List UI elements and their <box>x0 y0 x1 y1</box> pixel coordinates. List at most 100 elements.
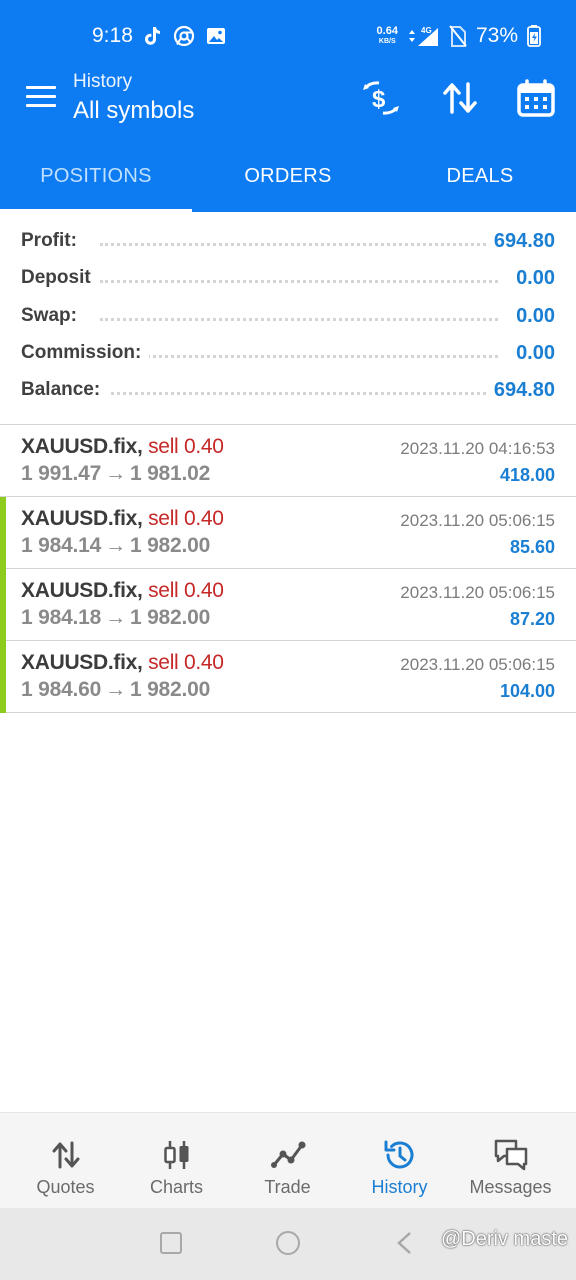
dotted-leader <box>100 280 498 284</box>
nav-label: Messages <box>469 1177 552 1197</box>
summary-panel: Profit: 694.80 Deposit 0.00 Swap: 0.00 C… <box>0 224 576 410</box>
gallery-icon <box>207 28 225 44</box>
dotted-leader <box>100 243 498 246</box>
deal-title: XAUUSD.fix, sell 0.40 <box>21 435 224 459</box>
open-price: 1 984.14 <box>21 534 102 557</box>
chrome-icon <box>173 25 195 47</box>
summary-label: Commission: <box>21 341 150 364</box>
summary-label: Balance: <box>21 379 109 402</box>
nav-messages[interactable]: Messages <box>453 1113 568 1209</box>
nav-label: Charts <box>149 1177 203 1197</box>
close-price: 1 982.00 <box>129 606 211 629</box>
arrow-right-icon: → <box>105 534 126 557</box>
deal-time: 2023.11.20 04:16:53 <box>400 439 555 458</box>
dotted-leader <box>100 317 498 321</box>
deal-prices: 1 984.14 → 1 982.00 <box>21 534 210 558</box>
trade-icon <box>271 1141 306 1168</box>
no-sim-icon <box>449 25 467 47</box>
back-icon[interactable] <box>394 1230 414 1256</box>
bottom-navigation: Quotes Charts Trade History Messages <box>0 1112 576 1208</box>
charts-icon <box>164 1141 189 1169</box>
summary-label: Swap: <box>21 304 85 327</box>
tiktok-icon <box>145 27 160 45</box>
nav-charts[interactable]: Charts <box>119 1113 234 1209</box>
summary-label: Deposit <box>21 267 99 290</box>
deal-side: sell 0.40 <box>148 651 224 674</box>
summary-row-swap: Swap: 0.00 <box>0 299 576 336</box>
summary-value: 0.00 <box>508 341 555 365</box>
summary-row-commission: Commission: 0.00 <box>0 336 576 373</box>
summary-value: 694.80 <box>485 379 555 403</box>
currency-exchange-icon[interactable]: $ <box>361 78 401 118</box>
home-button[interactable] <box>276 1231 300 1255</box>
system-nav-bar: @Deriv maste <box>0 1208 576 1280</box>
svg-text:$: $ <box>372 86 386 113</box>
menu-icon[interactable] <box>26 86 56 110</box>
nav-label: Quotes <box>36 1177 95 1197</box>
deal-symbol: XAUUSD.fix, <box>21 507 143 530</box>
summary-label: Profit: <box>21 230 85 252</box>
deal-title: XAUUSD.fix, sell 0.40 <box>21 651 224 675</box>
list-item[interactable]: XAUUSD.fix, sell 0.40 1 984.18 → 1 982.00 … <box>0 569 576 641</box>
list-item[interactable]: XAUUSD.fix, sell 0.40 1 984.14 → 1 982.00 … <box>0 497 576 569</box>
deal-profit: 87.20 <box>509 609 555 629</box>
nav-label: Trade <box>264 1177 311 1197</box>
deal-time: 2023.11.20 05:06:15 <box>400 511 555 530</box>
deal-side: sell 0.40 <box>148 579 224 602</box>
nav-label: History <box>371 1177 428 1197</box>
deal-symbol: XAUUSD.fix, <box>21 435 143 458</box>
deal-time: 2023.11.20 05:06:15 <box>400 655 555 674</box>
deal-title: XAUUSD.fix, sell 0.40 <box>21 507 224 531</box>
summary-row-balance: Balance: 694.80 <box>0 373 576 410</box>
nav-quotes[interactable]: Quotes <box>8 1113 123 1209</box>
network-speed: 0.64 KB/S <box>376 24 398 45</box>
quotes-icon <box>52 1141 80 1169</box>
deal-profit: 85.60 <box>509 537 555 557</box>
summary-row-profit: Profit: 694.80 <box>0 224 576 261</box>
deal-prices: 1 991.47 → 1 981.02 <box>21 462 210 486</box>
list-item[interactable]: XAUUSD.fix, sell 0.40 1 984.60 → 1 982.00 … <box>0 641 576 713</box>
close-price: 1 981.02 <box>129 462 211 485</box>
tab-positions[interactable]: POSITIONS <box>0 138 192 212</box>
tab-orders[interactable]: ORDERS <box>192 138 384 212</box>
status-bar: 9:18 0.64 KB/S 4G 73% <box>0 0 576 72</box>
app-header: 9:18 0.64 KB/S 4G 73% History All symbol… <box>0 0 576 212</box>
recent-apps-button[interactable] <box>160 1232 182 1254</box>
summary-value: 694.80 <box>485 230 555 253</box>
dotted-leader <box>100 354 498 358</box>
open-price: 1 984.60 <box>21 678 102 701</box>
calendar-icon[interactable] <box>516 78 556 118</box>
app-bar: History All symbols $ <box>0 66 576 138</box>
watermark: @Deriv maste <box>441 1228 568 1250</box>
summary-row-deposit: Deposit 0.00 <box>0 261 576 298</box>
arrow-right-icon: → <box>105 462 126 485</box>
messages-icon <box>494 1139 528 1171</box>
deal-prices: 1 984.60 → 1 982.00 <box>21 678 210 702</box>
summary-value: 0.00 <box>508 304 555 328</box>
deal-time: 2023.11.20 05:06:15 <box>400 583 555 602</box>
history-icon <box>384 1140 414 1169</box>
deal-title: XAUUSD.fix, sell 0.40 <box>21 579 224 603</box>
summary-value: 0.00 <box>508 267 555 291</box>
deal-symbol: XAUUSD.fix, <box>21 651 143 674</box>
open-price: 1 984.18 <box>21 606 102 629</box>
list-item[interactable]: XAUUSD.fix, sell 0.40 1 991.47 → 1 981.02 … <box>0 425 576 497</box>
deal-side: sell 0.40 <box>148 435 224 458</box>
page-title[interactable]: All symbols <box>73 97 194 125</box>
deal-symbol: XAUUSD.fix, <box>21 579 143 602</box>
history-tabs: POSITIONS ORDERS DEALS <box>0 138 576 212</box>
deal-profit: 418.00 <box>499 465 555 485</box>
deal-side: sell 0.40 <box>148 507 224 530</box>
signal-4g-icon: 4G <box>408 26 438 46</box>
svg-text:4G: 4G <box>421 26 432 35</box>
nav-history[interactable]: History <box>342 1113 457 1209</box>
tab-deals[interactable]: DEALS <box>384 138 576 212</box>
arrow-right-icon: → <box>105 606 126 629</box>
close-price: 1 982.00 <box>129 678 211 701</box>
page-subtitle: History <box>73 71 133 92</box>
arrow-right-icon: → <box>105 678 126 701</box>
deal-prices: 1 984.18 → 1 982.00 <box>21 606 210 630</box>
sort-icon[interactable] <box>440 78 480 118</box>
nav-trade[interactable]: Trade <box>230 1113 345 1209</box>
battery-percent: 73% <box>475 24 518 47</box>
